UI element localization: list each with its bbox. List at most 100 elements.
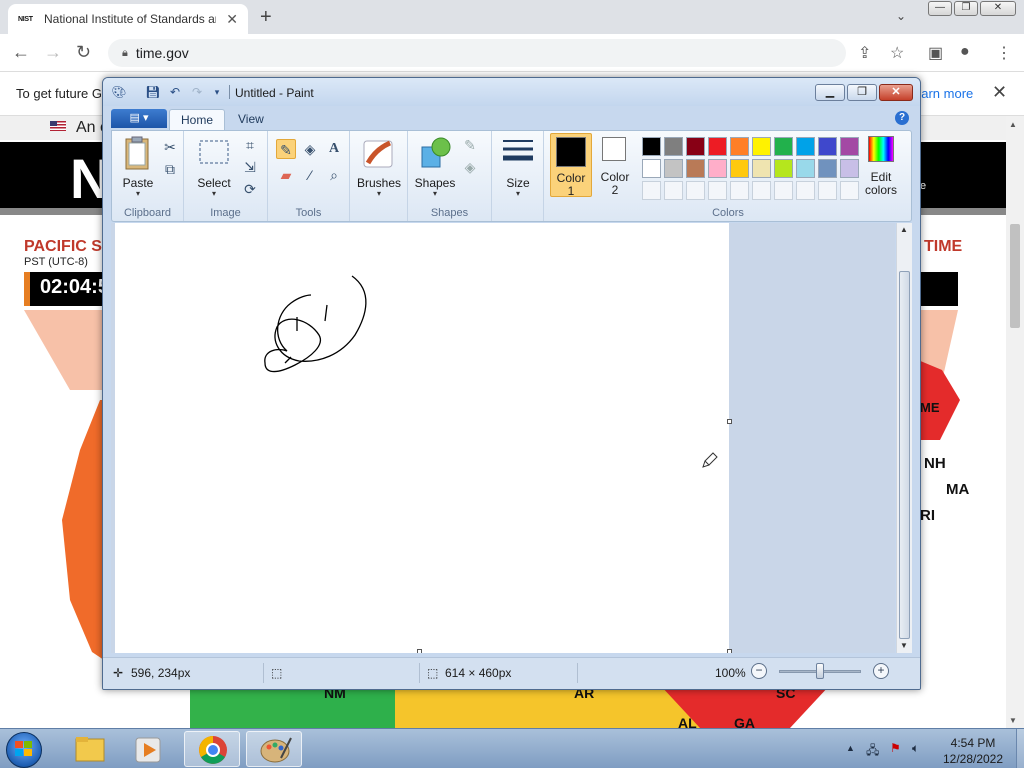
edit-colors-button[interactable]: Edit colors bbox=[858, 133, 904, 197]
canvas-scroll-down-icon[interactable]: ▼ bbox=[900, 641, 908, 650]
zoom-slider-thumb[interactable] bbox=[816, 663, 824, 679]
paste-button[interactable]: Paste ▾ bbox=[118, 135, 158, 198]
drawing-canvas[interactable] bbox=[115, 223, 729, 653]
share-icon[interactable]: ⇪ bbox=[858, 43, 871, 63]
brushes-button[interactable]: Brushes ▾ bbox=[356, 135, 402, 198]
fill-bucket-icon[interactable]: ◈ bbox=[300, 139, 320, 159]
shapes-button[interactable]: Shapes ▾ bbox=[412, 135, 458, 198]
palette-custom-slot[interactable] bbox=[796, 181, 815, 200]
address-bar[interactable]: 🔒︎ time.gov bbox=[108, 39, 846, 67]
palette-swatch[interactable] bbox=[796, 159, 815, 178]
page-scroll-down-icon[interactable]: ▼ bbox=[1009, 716, 1017, 725]
show-hidden-icons-icon[interactable]: ▲ bbox=[846, 743, 855, 753]
size-button[interactable]: Size ▾ bbox=[498, 135, 538, 198]
save-icon[interactable]: 💾︎ bbox=[145, 84, 161, 100]
canvas-resize-handle-corner[interactable] bbox=[727, 649, 732, 653]
taskbar-chrome-button[interactable] bbox=[184, 731, 240, 767]
back-arrow-icon[interactable]: ← bbox=[12, 42, 30, 63]
bookmark-star-icon[interactable]: ☆ bbox=[890, 43, 904, 63]
outline-icon[interactable]: ✎ bbox=[460, 135, 480, 155]
tab-home[interactable]: Home bbox=[169, 109, 226, 130]
color-picker-icon[interactable]: ⁄ bbox=[300, 165, 320, 185]
reload-icon[interactable]: ↻ bbox=[76, 42, 91, 63]
palette-swatch[interactable] bbox=[686, 159, 705, 178]
volume-icon[interactable]: 🔈︎ bbox=[912, 741, 919, 756]
paint-restore-button[interactable]: ❐ bbox=[847, 84, 877, 101]
canvas-scroll-up-icon[interactable]: ▲ bbox=[900, 225, 908, 234]
page-scroll-thumb[interactable] bbox=[1010, 224, 1020, 328]
taskbar-explorer-button[interactable] bbox=[62, 731, 118, 767]
palette-swatch[interactable] bbox=[708, 159, 727, 178]
zoom-in-button[interactable]: + bbox=[873, 663, 889, 679]
magnifier-icon[interactable]: ⌕ bbox=[324, 165, 344, 185]
palette-swatch[interactable] bbox=[730, 159, 749, 178]
copy-icon[interactable]: ⧉ bbox=[160, 159, 180, 179]
restore-button[interactable]: ❐ bbox=[954, 1, 978, 16]
color2-button[interactable]: Color 2 bbox=[594, 133, 636, 197]
palette-custom-slot[interactable] bbox=[752, 181, 771, 200]
help-icon[interactable]: ? bbox=[895, 111, 909, 125]
palette-swatch[interactable] bbox=[686, 137, 705, 156]
quick-access-dropdown-icon[interactable]: ▾ bbox=[209, 84, 225, 100]
paint-minimize-button[interactable]: ▁ bbox=[815, 84, 845, 101]
palette-swatch[interactable] bbox=[774, 159, 793, 178]
taskbar-media-player-button[interactable] bbox=[120, 731, 176, 767]
palette-swatch[interactable] bbox=[818, 159, 837, 178]
browser-tab[interactable]: NIST National Institute of Standards an … bbox=[8, 4, 248, 34]
file-menu-button[interactable]: ▤ ▾ bbox=[111, 109, 167, 128]
palette-swatch[interactable] bbox=[730, 137, 749, 156]
palette-swatch[interactable] bbox=[796, 137, 815, 156]
palette-swatch[interactable] bbox=[818, 137, 837, 156]
palette-custom-slot[interactable] bbox=[686, 181, 705, 200]
canvas-scroll-thumb[interactable] bbox=[899, 271, 910, 639]
eraser-icon[interactable]: ▰ bbox=[276, 165, 296, 185]
canvas-resize-handle-bottom[interactable] bbox=[417, 649, 422, 653]
fill-icon[interactable]: ◈ bbox=[460, 157, 480, 177]
action-center-icon[interactable]: ⚑ bbox=[890, 741, 901, 755]
paint-app-icon[interactable]: 🎨︎ bbox=[111, 84, 127, 100]
palette-custom-slot[interactable] bbox=[818, 181, 837, 200]
taskbar-clock[interactable]: 4:54 PM 12/28/2022 bbox=[932, 735, 1014, 767]
zoom-out-button[interactable]: − bbox=[751, 663, 767, 679]
minimize-button[interactable]: — bbox=[928, 1, 952, 16]
canvas-resize-handle-right[interactable] bbox=[727, 419, 732, 424]
menu-dots-icon[interactable]: ⋮ bbox=[996, 43, 1012, 63]
cut-icon[interactable]: ✂ bbox=[160, 137, 180, 157]
redo-icon[interactable]: ↷ bbox=[189, 84, 205, 100]
palette-swatch[interactable] bbox=[752, 137, 771, 156]
palette-swatch[interactable] bbox=[642, 159, 661, 178]
tab-view[interactable]: View bbox=[227, 109, 275, 130]
info-bar-close-icon[interactable]: ✕ bbox=[992, 82, 1007, 103]
new-tab-button[interactable]: + bbox=[260, 6, 272, 29]
palette-swatch[interactable] bbox=[840, 137, 859, 156]
page-scroll-up-icon[interactable]: ▲ bbox=[1009, 120, 1017, 129]
palette-custom-slot[interactable] bbox=[642, 181, 661, 200]
side-panel-icon[interactable]: ▣ bbox=[928, 43, 943, 63]
rotate-icon[interactable]: ⟳ bbox=[240, 179, 260, 199]
taskbar-paint-button[interactable] bbox=[246, 731, 302, 767]
palette-swatch[interactable] bbox=[774, 137, 793, 156]
palette-swatch[interactable] bbox=[664, 159, 683, 178]
palette-custom-slot[interactable] bbox=[708, 181, 727, 200]
palette-custom-slot[interactable] bbox=[774, 181, 793, 200]
palette-swatch[interactable] bbox=[708, 137, 727, 156]
close-button[interactable]: ✕ bbox=[980, 1, 1016, 16]
undo-icon[interactable]: ↶ bbox=[167, 84, 183, 100]
pencil-icon[interactable]: ✎ bbox=[276, 139, 296, 159]
forward-arrow-icon[interactable]: → bbox=[44, 42, 62, 63]
network-icon[interactable]: 🖧︎ bbox=[866, 741, 879, 762]
show-desktop-button[interactable] bbox=[1016, 729, 1024, 768]
page-scrollbar[interactable] bbox=[1006, 116, 1024, 730]
text-tool-icon[interactable]: A bbox=[324, 139, 344, 159]
color1-button[interactable]: Color 1 bbox=[550, 133, 592, 198]
palette-custom-slot[interactable] bbox=[730, 181, 749, 200]
palette-swatch[interactable] bbox=[752, 159, 771, 178]
palette-swatch[interactable] bbox=[664, 137, 683, 156]
tab-search-chevron-icon[interactable]: ⌄ bbox=[896, 9, 906, 23]
palette-swatch[interactable] bbox=[840, 159, 859, 178]
learn-more-link[interactable]: earn more bbox=[914, 86, 973, 101]
crop-icon[interactable]: ⌗ bbox=[240, 135, 260, 155]
palette-custom-slot[interactable] bbox=[664, 181, 683, 200]
tab-close-icon[interactable]: ✕ bbox=[226, 11, 238, 28]
palette-custom-slot[interactable] bbox=[840, 181, 859, 200]
